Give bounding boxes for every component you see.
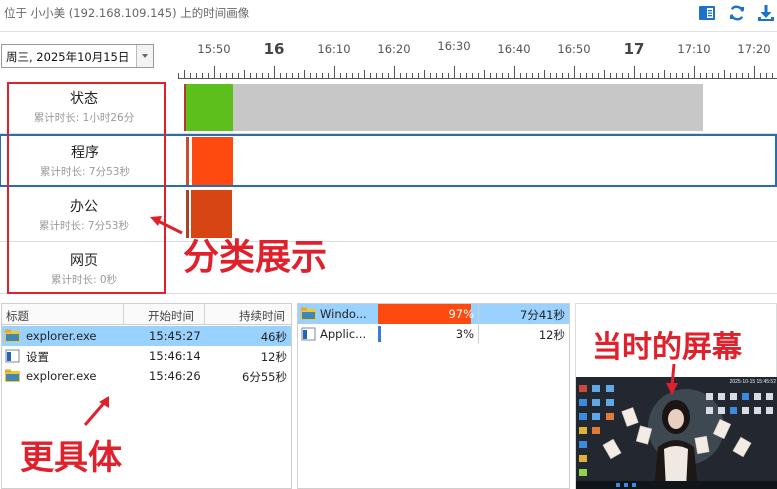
annotation-categories: 分类展示 xyxy=(183,237,328,278)
annotation-arrows xyxy=(83,216,678,426)
arrow-icon xyxy=(666,363,678,395)
arrow-icon xyxy=(83,396,109,426)
arrow-icon xyxy=(150,216,183,235)
annotation-screen: 当时的屏幕 xyxy=(592,330,742,365)
annotation-details: 更具体 xyxy=(20,438,122,478)
